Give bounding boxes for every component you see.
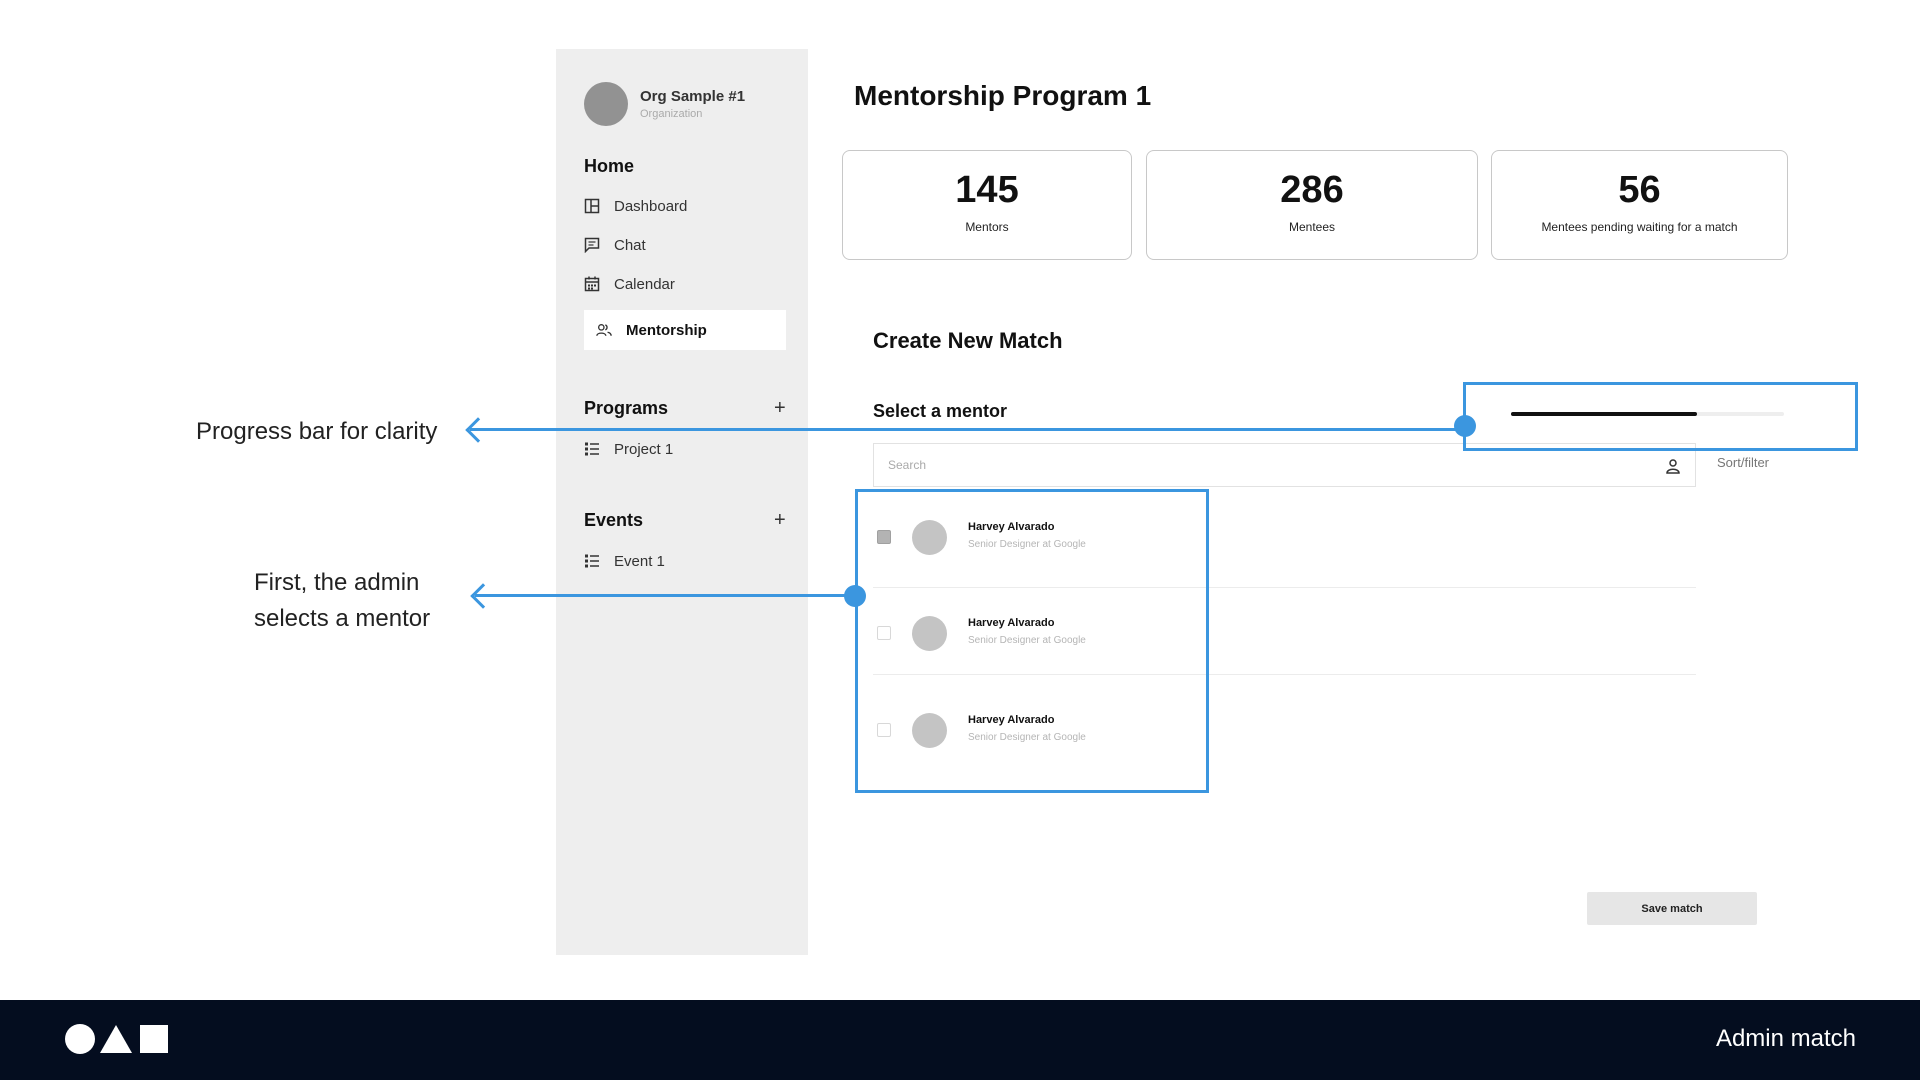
section-home-title: Home: [584, 156, 635, 176]
sort-filter-button[interactable]: Sort/filter: [1717, 455, 1769, 470]
plus-icon[interactable]: +: [774, 398, 786, 418]
org-subtitle: Organization: [640, 108, 703, 120]
arrow-left-icon: [470, 583, 496, 609]
stat-label: Mentees pending waiting for a match: [1541, 220, 1738, 234]
page-title: Mentorship Program 1: [854, 80, 1152, 111]
stat-card-pending: 56 Mentees pending waiting for a match: [1491, 150, 1788, 260]
sidebar-item-label: Project 1: [614, 440, 674, 458]
sidebar-item-project-1[interactable]: Project 1: [584, 429, 786, 469]
sidebar-item-dashboard[interactable]: Dashboard: [584, 186, 786, 226]
annotation-select-note-line-1: First, the admin: [254, 569, 420, 596]
footer-label: Admin match: [1715, 1025, 1856, 1052]
sidebar-item-label: Mentorship: [626, 321, 707, 339]
sidebar-item-label: Calendar: [614, 275, 675, 293]
stat-label: Mentors: [965, 220, 1009, 234]
stat-value: 145: [955, 169, 1019, 211]
sidebar-item-mentorship[interactable]: Mentorship: [584, 310, 786, 350]
stat-card-mentors: 145 Mentors: [842, 150, 1132, 260]
mentorship-icon: [596, 322, 612, 338]
shapes-logo-icon: [64, 1022, 170, 1061]
progress-highlight-box: [1463, 382, 1858, 451]
create-match-title: Create New Match: [873, 328, 1063, 353]
org-name: Org Sample #1: [640, 88, 746, 105]
annotation-select-note-line-2: selects a mentor: [254, 605, 431, 632]
section-programs-title: Programs: [584, 398, 669, 418]
org-avatar: [584, 82, 628, 126]
chat-icon: [584, 237, 600, 253]
annotation-line: [470, 428, 1465, 431]
dashboard-icon: [584, 198, 600, 214]
list-icon: [584, 553, 600, 569]
sidebar-item-label: Chat: [614, 236, 646, 254]
sidebar: Org Sample #1 Organization Home Dashboar…: [556, 49, 808, 955]
stat-value: 286: [1280, 169, 1344, 211]
user-icon[interactable]: [1665, 458, 1681, 474]
stat-label: Mentees: [1288, 220, 1336, 234]
stat-card-mentees: 286 Mentees: [1146, 150, 1478, 260]
sidebar-item-label: Event 1: [614, 552, 665, 570]
annotation-line: [475, 594, 855, 597]
annotation-dot: [844, 585, 866, 607]
list-icon: [584, 441, 600, 457]
mentor-list-highlight-box: [855, 489, 1209, 793]
org-header[interactable]: Org Sample #1 Organization: [584, 82, 745, 126]
annotation-progress-note: Progress bar for clarity: [196, 418, 438, 445]
sidebar-item-chat[interactable]: Chat: [584, 225, 786, 265]
sidebar-item-calendar[interactable]: Calendar: [584, 264, 786, 304]
plus-icon[interactable]: +: [774, 510, 786, 530]
stat-value: 56: [1618, 169, 1661, 211]
sidebar-item-event-1[interactable]: Event 1: [584, 541, 786, 581]
section-events-title: Events: [584, 510, 644, 530]
select-mentor-title: Select a mentor: [873, 401, 1008, 421]
footer: Admin match: [0, 1000, 1920, 1080]
arrow-left-icon: [465, 417, 491, 443]
sidebar-item-label: Dashboard: [614, 197, 688, 215]
annotation-dot: [1454, 415, 1476, 437]
calendar-icon: [584, 276, 600, 292]
save-match-button[interactable]: Save match: [1587, 892, 1757, 925]
